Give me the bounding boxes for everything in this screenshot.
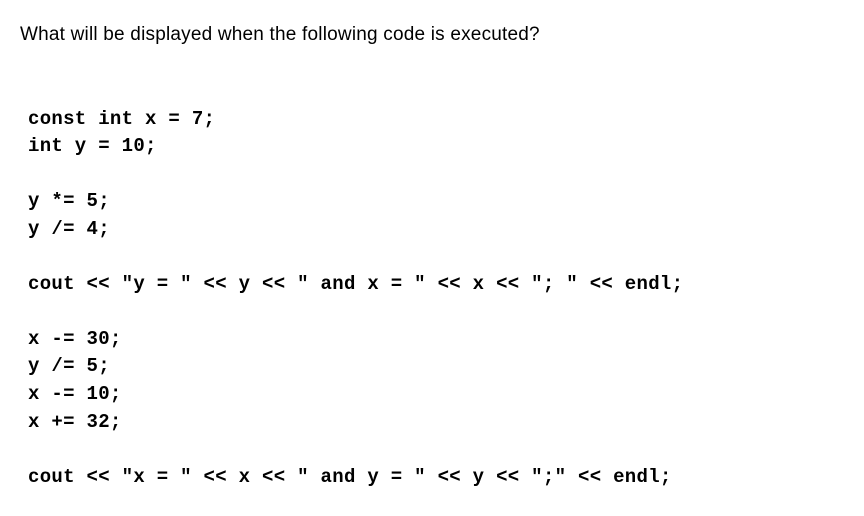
code-line: x -= 10; (28, 383, 122, 405)
code-line: const int x = 7; (28, 108, 215, 130)
question-text: What will be displayed when the followin… (20, 24, 844, 46)
code-line: y /= 5; (28, 355, 110, 377)
code-line: cout << "x = " << x << " and y = " << y … (28, 466, 672, 488)
code-line: int y = 10; (28, 135, 157, 157)
code-line: cout << "y = " << y << " and x = " << x … (28, 273, 683, 295)
code-line: x += 32; (28, 411, 122, 433)
code-block: const int x = 7; int y = 10; y *= 5; y /… (20, 78, 844, 491)
code-line: y *= 5; (28, 190, 110, 212)
code-line: x -= 30; (28, 328, 122, 350)
code-line: y /= 4; (28, 218, 110, 240)
